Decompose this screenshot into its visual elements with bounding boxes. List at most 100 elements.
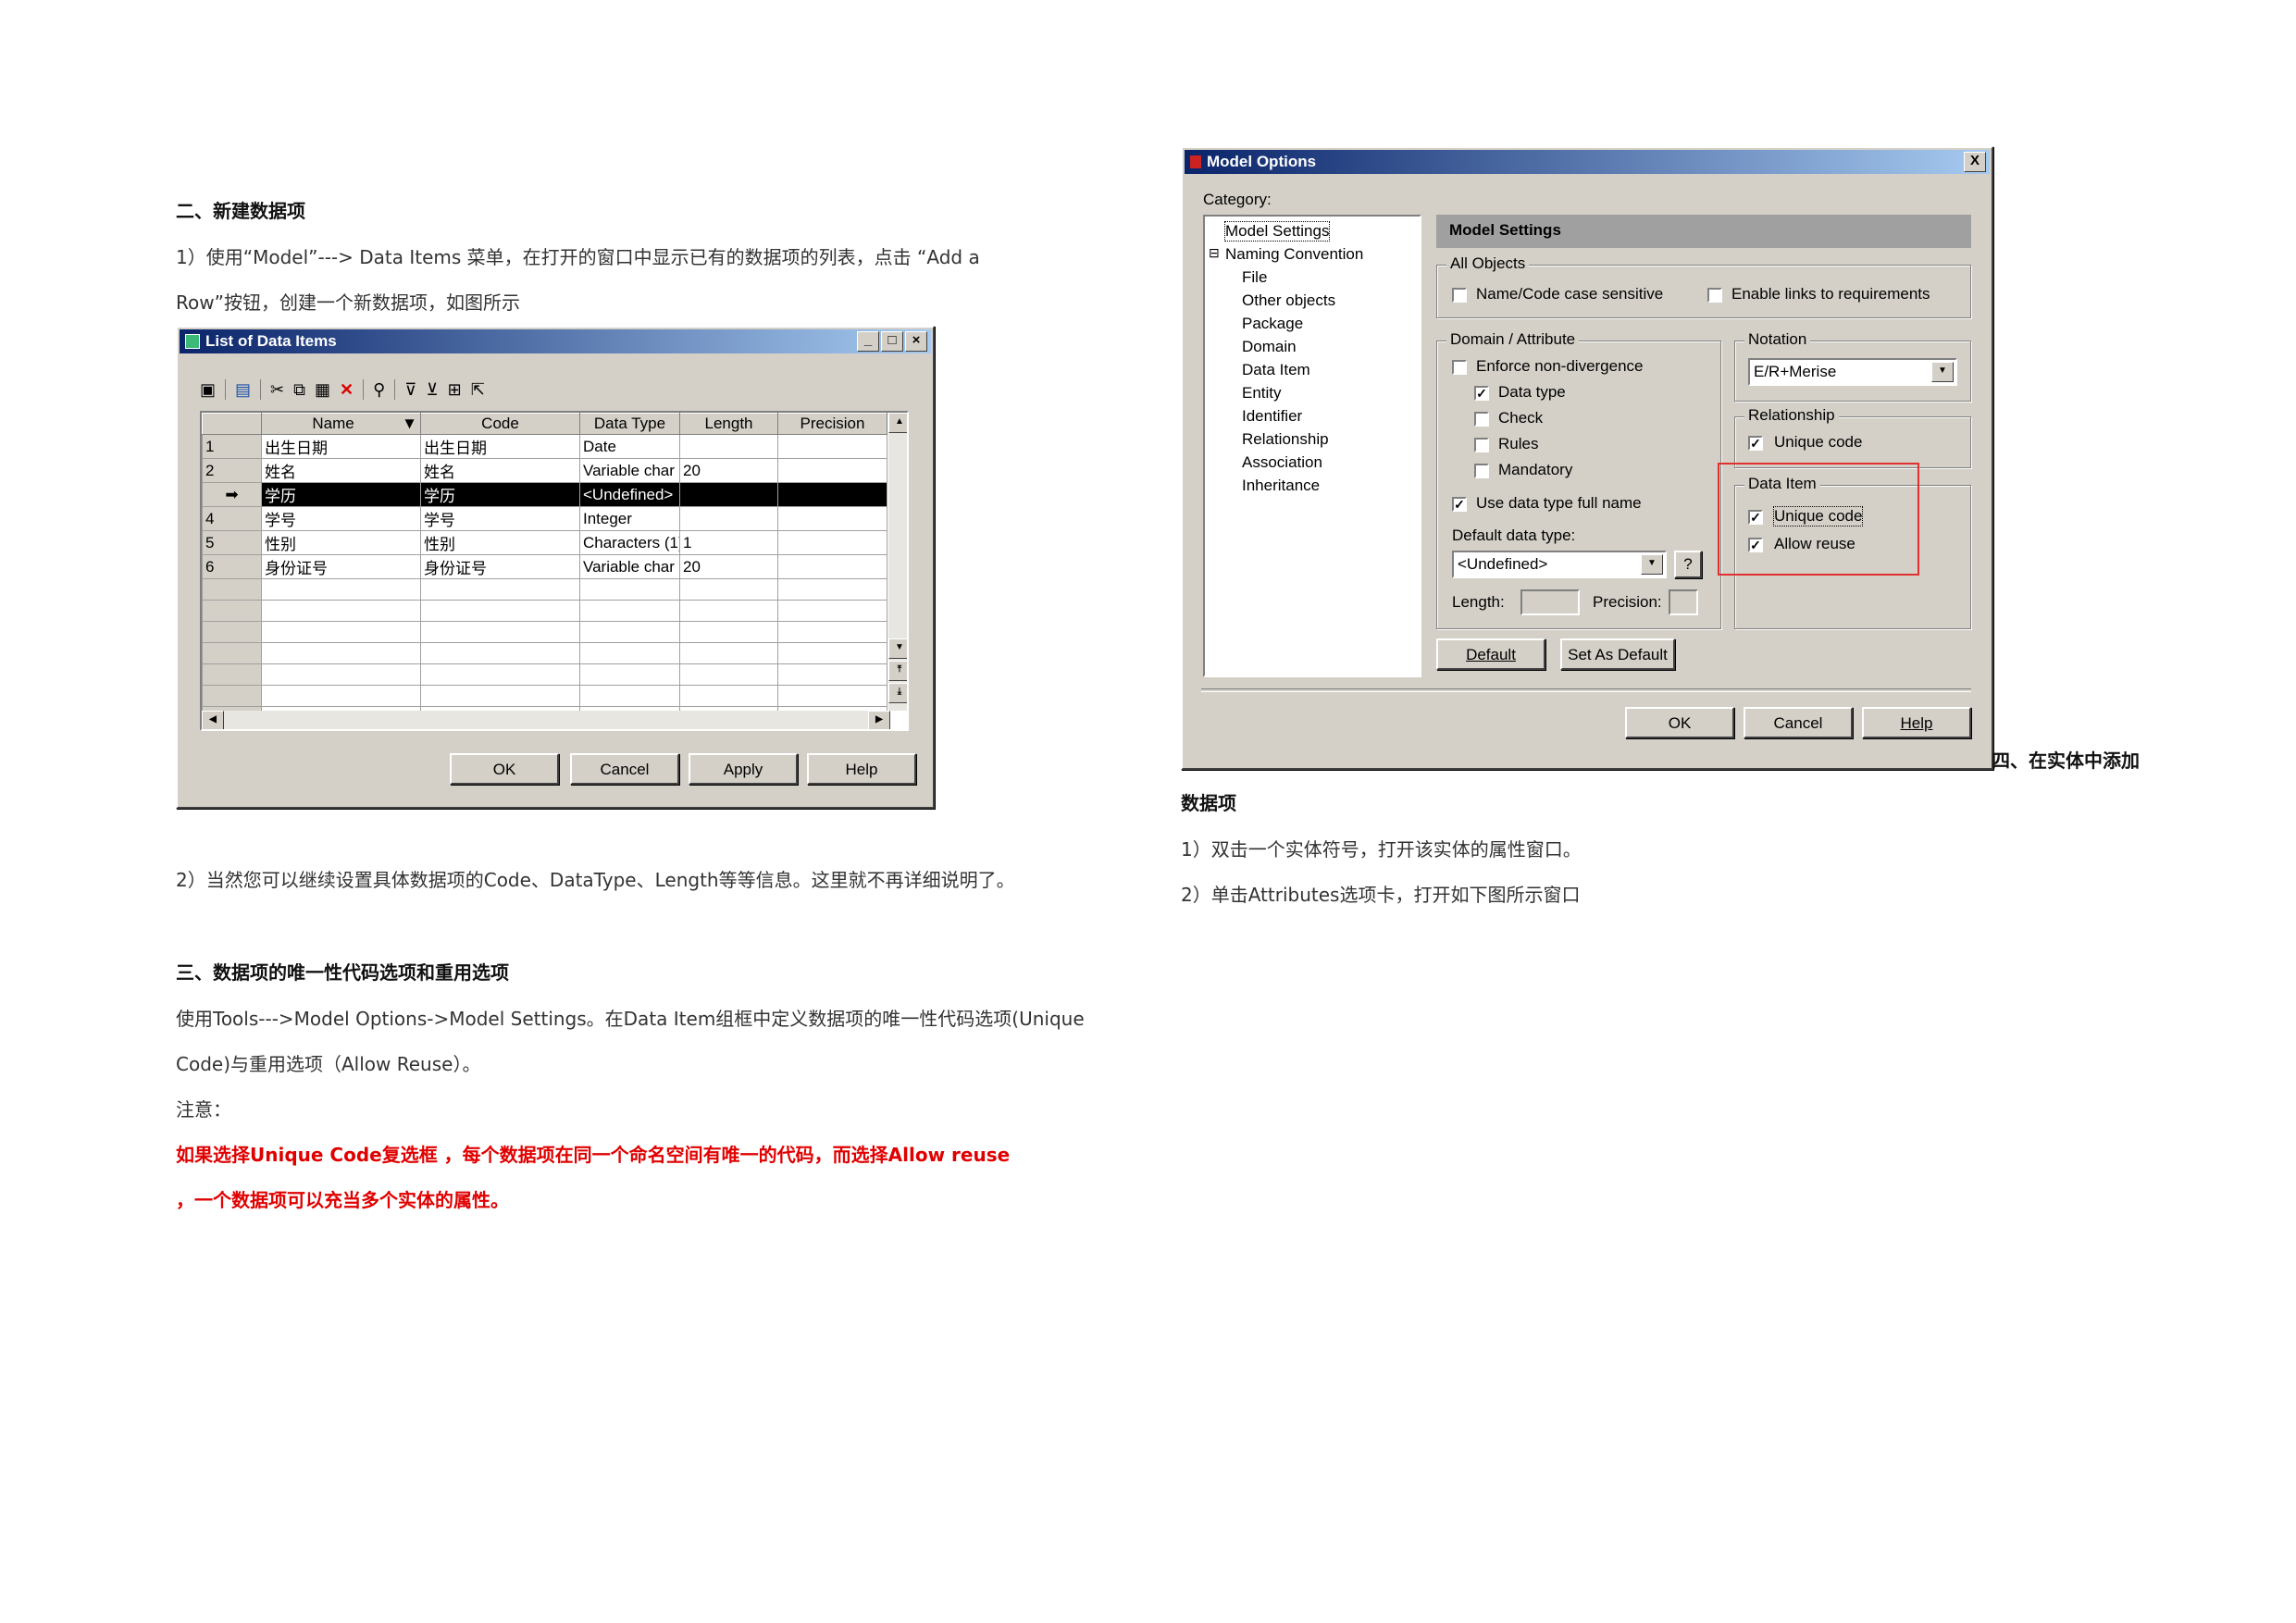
table-row[interactable]: 4 学号 学号 Integer (202, 506, 887, 531)
table-cell-type[interactable]: Integer (579, 506, 680, 531)
table-cell-length[interactable] (679, 578, 778, 601)
table-cell-precision[interactable] (777, 663, 887, 686)
row-number[interactable]: 2 (202, 458, 262, 483)
row-number[interactable] (202, 621, 262, 643)
table-cell-code[interactable] (420, 685, 580, 707)
table-cell-code[interactable] (420, 663, 580, 686)
tree-item[interactable]: Relationship (1242, 430, 1329, 449)
apply-button[interactable]: Apply (689, 753, 798, 785)
minimize-button[interactable]: _ (857, 331, 879, 352)
column-header-name[interactable]: Name ▼ (261, 413, 421, 435)
table-cell-type[interactable]: <Undefined> (579, 482, 680, 507)
table-cell-name[interactable]: 身份证号 (261, 554, 421, 579)
table-cell-type[interactable] (579, 621, 680, 643)
table-cell-code[interactable]: 学号 (420, 506, 580, 531)
table-cell-type[interactable]: Characters (1) (579, 530, 680, 555)
table-cell-name[interactable]: 性别 (261, 530, 421, 555)
row-number[interactable] (202, 600, 262, 622)
table-cell-precision[interactable] (777, 642, 887, 664)
table-row[interactable] (202, 663, 887, 686)
table-row[interactable] (202, 642, 887, 664)
cancel-button[interactable]: Cancel (570, 753, 679, 785)
table-row[interactable] (202, 600, 887, 622)
column-header-datatype[interactable]: Data Type (579, 413, 680, 435)
sort-icon[interactable]: ⊻ (426, 380, 438, 400)
table-cell-precision[interactable] (777, 482, 887, 507)
tree-item[interactable]: Data Item (1242, 361, 1310, 379)
table-cell-type[interactable]: Variable char (579, 458, 680, 483)
tree-item[interactable]: File (1242, 268, 1267, 287)
full-name-checkbox[interactable]: ✓ (1452, 497, 1467, 512)
notation-select[interactable]: E/R+Merise ▼ (1748, 358, 1957, 386)
row-number[interactable] (202, 642, 262, 664)
check-checkbox[interactable] (1474, 412, 1489, 427)
table-cell-length[interactable] (679, 685, 778, 707)
row-number[interactable] (202, 578, 262, 601)
table-row[interactable]: ➡ 学历 学历 <Undefined> (202, 482, 887, 507)
table-cell-precision[interactable] (777, 600, 887, 622)
table-cell-type[interactable]: Date (579, 434, 680, 459)
table-cell-length[interactable] (679, 621, 778, 643)
enable-links-checkbox[interactable] (1707, 288, 1722, 303)
row-number[interactable]: 5 (202, 530, 262, 555)
copy-icon[interactable]: ⧉ (293, 380, 305, 400)
tree-item[interactable]: Model Settings (1223, 221, 1331, 242)
table-cell-length[interactable]: 1 (679, 530, 778, 555)
horizontal-scrollbar[interactable]: ◀ ▶ (202, 711, 890, 729)
table-cell-code[interactable] (420, 578, 580, 601)
tree-item[interactable]: Identifier (1242, 407, 1302, 426)
table-cell-precision[interactable] (777, 434, 887, 459)
table-cell-type[interactable] (579, 642, 680, 664)
table-cell-name[interactable] (261, 621, 421, 643)
table-cell-name[interactable]: 出生日期 (261, 434, 421, 459)
export-icon[interactable]: ⇱ (471, 380, 485, 400)
cut-icon[interactable]: ✂ (270, 380, 284, 400)
close-button[interactable]: × (905, 331, 927, 352)
table-cell-length[interactable] (679, 434, 778, 459)
table-row[interactable] (202, 621, 887, 643)
table-cell-name[interactable]: 学号 (261, 506, 421, 531)
table-cell-length[interactable] (679, 642, 778, 664)
table-cell-precision[interactable] (777, 685, 887, 707)
table-cell-name[interactable] (261, 578, 421, 601)
tree-item[interactable]: ⊟ Naming Convention (1209, 245, 1363, 264)
table-cell-length[interactable]: 20 (679, 458, 778, 483)
ok-button[interactable]: OK (450, 753, 559, 785)
row-number[interactable]: 1 (202, 434, 262, 459)
row-number[interactable]: 6 (202, 554, 262, 579)
tree-item[interactable]: Association (1242, 453, 1322, 472)
maximize-button[interactable]: □ (881, 331, 903, 352)
table-cell-precision[interactable] (777, 554, 887, 579)
find-icon[interactable]: ⚲ (373, 380, 385, 400)
tree-item[interactable]: Inheritance (1242, 477, 1320, 495)
table-cell-code[interactable]: 出生日期 (420, 434, 580, 459)
table-cell-type[interactable]: Variable char (579, 554, 680, 579)
filter-icon[interactable]: ⊽ (404, 380, 416, 400)
table-row[interactable]: 2 姓名 姓名 Variable char 20 (202, 458, 887, 483)
table-cell-name[interactable] (261, 642, 421, 664)
delete-icon[interactable]: ✕ (340, 380, 354, 400)
table-cell-name[interactable] (261, 685, 421, 707)
table-row[interactable] (202, 685, 887, 707)
column-header-length[interactable]: Length (679, 413, 778, 435)
properties-icon[interactable]: ▣ (200, 380, 216, 400)
table-cell-length[interactable] (679, 600, 778, 622)
row-number[interactable] (202, 685, 262, 707)
precision-field[interactable] (1669, 589, 1698, 615)
table-cell-precision[interactable] (777, 578, 887, 601)
table-cell-name[interactable]: 学历 (261, 482, 421, 507)
mandatory-checkbox[interactable] (1474, 464, 1489, 478)
column-header-precision[interactable]: Precision (777, 413, 887, 435)
paste-icon[interactable]: ▦ (315, 380, 330, 400)
table-cell-type[interactable] (579, 685, 680, 707)
table-row[interactable] (202, 578, 887, 601)
add-row-icon[interactable]: ▤ (235, 380, 251, 400)
tree-item[interactable]: Other objects (1242, 291, 1335, 310)
help-question-button[interactable]: ? (1674, 551, 1702, 578)
case-sensitive-checkbox[interactable] (1452, 288, 1467, 303)
table-cell-length[interactable]: 20 (679, 554, 778, 579)
table-cell-code[interactable] (420, 600, 580, 622)
table-row[interactable]: 6 身份证号 身份证号 Variable char 20 (202, 554, 887, 579)
table-cell-code[interactable] (420, 621, 580, 643)
default-type-select[interactable]: <Undefined> ▼ (1452, 551, 1667, 578)
